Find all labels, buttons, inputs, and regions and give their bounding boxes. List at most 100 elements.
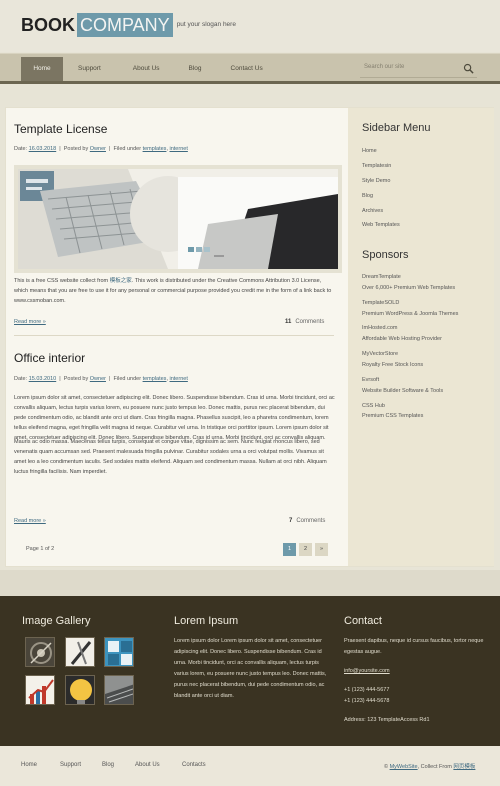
copyright: © MyWebSite, Collect From 网页模板 (384, 762, 475, 770)
sponsor-link[interactable]: MyVectorStore (362, 351, 398, 357)
search-box[interactable]: Search our site (360, 62, 477, 78)
comments-link[interactable]: 7 Comments (289, 518, 325, 524)
sponsor-desc: Premium WordPress & Joomla Themes (362, 311, 459, 317)
sidebar: Sidebar Menu Home Templatesin Style Demo… (348, 108, 494, 566)
logo-word-company: COMPANY (77, 13, 173, 37)
date-label: Date: (14, 376, 28, 382)
sponsor-desc: Over 6,000+ Premium Web Templates (362, 285, 456, 291)
email-link[interactable]: info@yoursite.com (344, 668, 390, 674)
growth-chart-image (26, 676, 54, 704)
footer: Image Gallery Lorem Ipsum Lorem ipsum do… (0, 596, 500, 746)
sponsor-link[interactable]: CSS Hub (362, 403, 385, 409)
search-icon[interactable] (463, 63, 474, 74)
author-link[interactable]: Owner (90, 376, 106, 382)
site-header: BOOK COMPANY put your slogan here (0, 0, 500, 52)
date-label: Date: (14, 146, 28, 152)
contact-address: Address: 123 TemplateAccess Rd1 (344, 717, 430, 723)
post-body: Mauris ac odio massa. Maecenas tellus tu… (14, 439, 327, 475)
footer-link-about-us[interactable]: About Us (135, 762, 160, 768)
comments-count: 7 (289, 518, 293, 524)
pagination: Page 1 of 2 1 2 » (26, 543, 336, 556)
sponsors-title: Sponsors (362, 249, 409, 261)
page-button[interactable]: 2 (299, 543, 312, 556)
search-input[interactable]: Search our site (364, 64, 404, 70)
bottom-bar: Home Support Blog About Us Contacts © My… (0, 746, 500, 786)
comments-count: 11 (285, 319, 292, 325)
sponsor-link[interactable]: ImHosted.com (362, 325, 397, 331)
sidebar-item-web-templates[interactable]: Web Templates (362, 222, 400, 228)
author-link[interactable]: Owner (90, 146, 106, 152)
comments-label: Comments (296, 518, 326, 524)
nav-item-blog[interactable]: Blog (189, 57, 202, 81)
sponsor-desc: Premium CSS Templates (362, 413, 424, 419)
sidebar-menu-title: Sidebar Menu (362, 122, 431, 134)
post-date-link[interactable]: 15.03.2010 (29, 376, 57, 382)
footer-link-blog[interactable]: Blog (102, 762, 114, 768)
contact-email: info@yoursite.com (344, 666, 390, 677)
image-gallery-title: Image Gallery (22, 615, 91, 627)
tag-link[interactable]: templates (143, 376, 167, 382)
comments-link[interactable]: 11 Comments (285, 319, 324, 325)
footer-link-home[interactable]: Home (21, 762, 37, 768)
page-button-current[interactable]: 1 (283, 543, 296, 556)
post-excerpt: This is a free CSS website collect from … (14, 276, 334, 306)
sidebar-item-style-demo[interactable]: Style Demo (362, 178, 390, 184)
gallery-thumb[interactable] (25, 675, 55, 705)
nav-item-about-us[interactable]: About Us (133, 57, 160, 81)
next-page-button[interactable]: » (315, 543, 328, 556)
compass-image (30, 642, 52, 664)
keyboard-hand-image (105, 676, 133, 704)
posted-label: Posted by (63, 376, 89, 382)
contact-title: Contact (344, 615, 382, 627)
site-link[interactable]: MyWebSite (390, 764, 418, 770)
sponsor-desc: Website Builder Software & Tools (362, 388, 444, 394)
filed-label: Filed under (113, 376, 142, 382)
sidebar-item-blog[interactable]: Blog (362, 193, 373, 199)
sidebar-item-home[interactable]: Home (362, 148, 377, 154)
post-divider (14, 335, 334, 336)
source-link[interactable]: 模板之家 (110, 278, 132, 284)
tag-link[interactable]: templates (143, 146, 167, 152)
sponsor-desc: Royalty Free Stock Icons (362, 362, 424, 368)
gallery-thumb[interactable] (25, 637, 55, 667)
tag-link[interactable]: internet (170, 146, 188, 152)
post-meta: Date: 15.03.2010 | Posted by Owner | Fil… (14, 376, 188, 382)
sidebar-item-templatesin[interactable]: Templatesin (362, 163, 391, 169)
logo-word-book: BOOK (21, 15, 75, 35)
site-slogan: put your slogan here (176, 21, 236, 28)
gallery-thumb[interactable] (65, 675, 95, 705)
sponsor-link[interactable]: DreamTemplate (362, 274, 401, 280)
nav-item-support[interactable]: Support (78, 57, 101, 81)
footer-link-support[interactable]: Support (60, 762, 81, 768)
comments-label: Comments (295, 319, 325, 325)
sponsor-desc: Affordable Web Hosting Provider (362, 336, 442, 342)
lorem-ipsum-title: Lorem Ipsum (174, 615, 239, 627)
sponsor-link[interactable]: Evrsoft (362, 377, 379, 383)
post-title[interactable]: Template License (14, 122, 107, 136)
gallery-thumb[interactable] (65, 637, 95, 667)
read-more-link[interactable]: Read more » (14, 518, 46, 524)
footer-top-band (0, 570, 500, 596)
page-count-label: Page 1 of 2 (26, 546, 55, 552)
copyright-symbol: © (384, 764, 389, 770)
read-more-link[interactable]: Read more » (14, 319, 46, 325)
contact-phone: +1 (123) 444-5678 (344, 698, 390, 704)
idea-bulb-image (66, 676, 94, 704)
keyboard-photo (18, 169, 338, 269)
footer-link-contacts[interactable]: Contacts (182, 762, 206, 768)
template-source-link[interactable]: 网页模板 (453, 764, 475, 770)
site-logo[interactable]: BOOK COMPANY put your slogan here (21, 13, 236, 37)
sidebar-item-archives[interactable]: Archives (362, 208, 383, 214)
pen-image (66, 638, 94, 666)
post-title[interactable]: Office interior (14, 351, 85, 365)
tag-link[interactable]: internet (170, 376, 188, 382)
nav-item-home[interactable]: Home (21, 57, 63, 81)
contact-phone: +1 (123) 444-5677 (344, 687, 390, 693)
gallery-thumb[interactable] (104, 675, 134, 705)
posted-label: Posted by (63, 146, 89, 152)
post-date-link[interactable]: 16.03.2018 (29, 146, 57, 152)
gallery-thumb[interactable] (104, 637, 134, 667)
nav-item-contact-us[interactable]: Contact Us (231, 57, 263, 81)
sponsor-link[interactable]: TemplateSOLD (362, 300, 399, 306)
post-meta: Date: 16.03.2018 | Posted by Owner | Fil… (14, 146, 188, 152)
